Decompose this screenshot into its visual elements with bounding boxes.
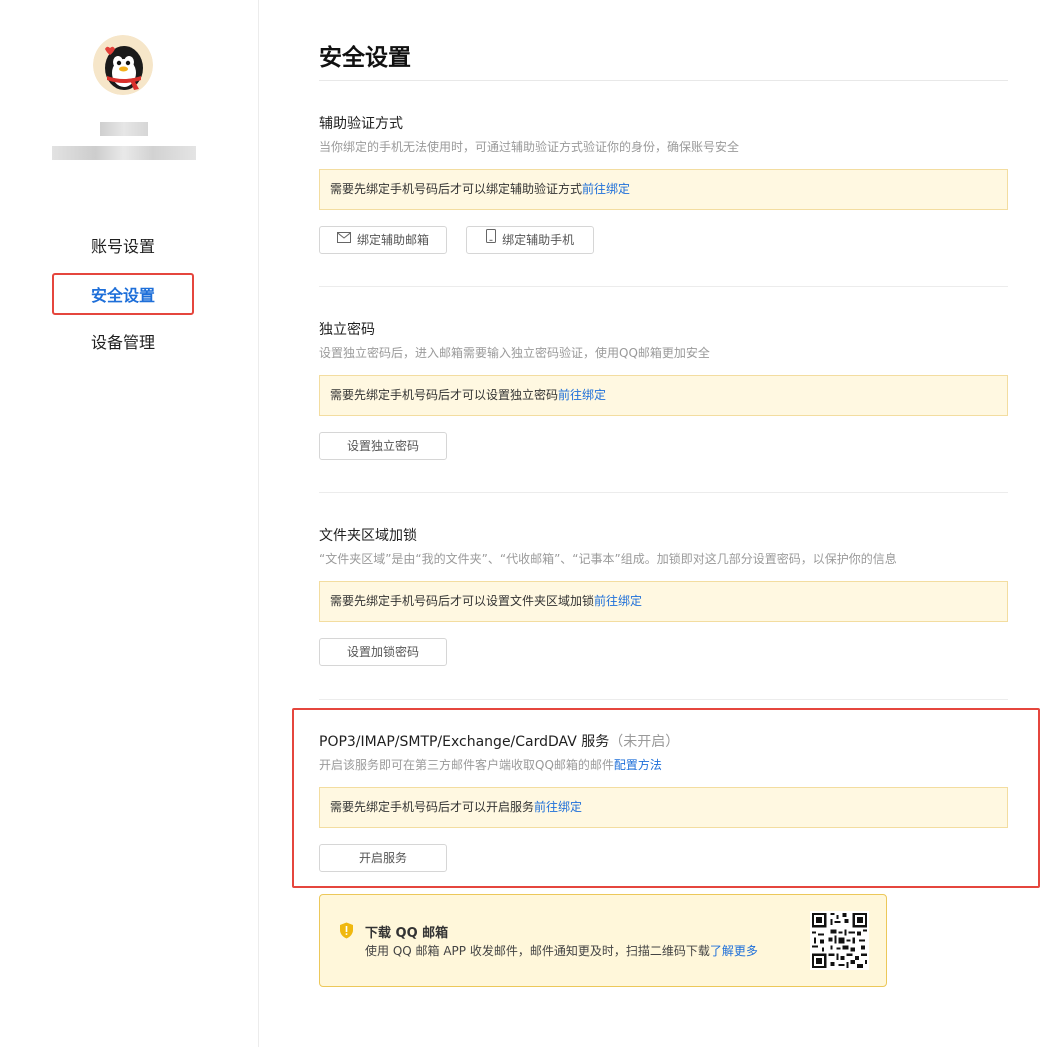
section-desc: 当你绑定的手机无法使用时，可通过辅助验证方式验证你的身份，确保账号安全 xyxy=(319,140,740,154)
notice-bar: 需要先绑定手机号码后才可以设置独立密码前往绑定 xyxy=(319,375,1008,416)
sidebar-item-security-settings[interactable]: 安全设置 xyxy=(52,273,194,315)
blurred-nickname xyxy=(100,122,148,136)
qr-code-icon xyxy=(810,911,869,970)
section-folder-lock: 文件夹区域加锁 “文件夹区域”是由“我的文件夹”、“代收邮箱”、“记事本”组成。… xyxy=(319,526,1008,666)
bind-phone-link[interactable]: 前往绑定 xyxy=(558,388,606,402)
highlight-box xyxy=(292,708,1040,888)
page-title: 安全设置 xyxy=(319,45,411,71)
section-desc: “文件夹区域”是由“我的文件夹”、“代收邮箱”、“记事本”组成。加锁即对这几部分… xyxy=(319,552,897,566)
notice-text: 需要先绑定手机号码后才可以设置文件夹区域加锁 xyxy=(330,594,595,608)
button-row: 设置加锁密码 xyxy=(319,638,1008,666)
section-title: 辅助验证方式 xyxy=(319,116,403,132)
section-title: 独立密码 xyxy=(319,322,375,338)
title-divider xyxy=(319,80,1008,81)
bind-phone-link[interactable]: 前往绑定 xyxy=(582,182,630,196)
section-desc: 设置独立密码后，进入邮箱需要输入独立密码验证，使用QQ邮箱更加安全 xyxy=(319,346,710,360)
set-lock-password-button[interactable]: 设置加锁密码 xyxy=(319,638,447,666)
section-title: 文件夹区域加锁 xyxy=(319,528,417,544)
button-row: 设置独立密码 xyxy=(319,432,1008,460)
download-desc-text: 使用 QQ 邮箱 APP 收发邮件，邮件通知更及时，扫描二维码下载 xyxy=(365,944,710,958)
download-desc: 使用 QQ 邮箱 APP 收发邮件，邮件通知更及时，扫描二维码下载了解更多 xyxy=(365,942,758,959)
shield-icon xyxy=(339,922,354,943)
button-label: 绑定辅助手机 xyxy=(502,233,575,247)
bind-aux-email-button[interactable]: 绑定辅助邮箱 xyxy=(319,226,447,254)
sidebar-item-account-settings[interactable]: 账号设置 xyxy=(52,226,194,268)
set-independent-password-button[interactable]: 设置独立密码 xyxy=(319,432,447,460)
section-divider xyxy=(319,699,1008,700)
phone-icon xyxy=(486,226,497,252)
bind-phone-link[interactable]: 前往绑定 xyxy=(594,594,642,608)
notice-bar: 需要先绑定手机号码后才可以绑定辅助验证方式前往绑定 xyxy=(319,169,1008,210)
section-divider xyxy=(319,286,1008,287)
notice-bar: 需要先绑定手机号码后才可以设置文件夹区域加锁前往绑定 xyxy=(319,581,1008,622)
button-row: 绑定辅助邮箱 绑定辅助手机 xyxy=(319,226,1008,254)
notice-text: 需要先绑定手机号码后才可以绑定辅助验证方式 xyxy=(330,182,583,196)
download-card: 下载 QQ 邮箱 使用 QQ 邮箱 APP 收发邮件，邮件通知更及时，扫描二维码… xyxy=(319,894,887,987)
notice-text: 需要先绑定手机号码后才可以设置独立密码 xyxy=(330,388,559,402)
section-divider xyxy=(319,492,1008,493)
bind-aux-phone-button[interactable]: 绑定辅助手机 xyxy=(466,226,595,254)
section-independent-password: 独立密码 设置独立密码后，进入邮箱需要输入独立密码验证，使用QQ邮箱更加安全 需… xyxy=(319,320,1008,460)
blurred-account xyxy=(52,146,196,160)
button-label: 绑定辅助邮箱 xyxy=(356,233,429,247)
sidebar-item-device-management[interactable]: 设备管理 xyxy=(52,322,194,364)
download-title: 下载 QQ 邮箱 xyxy=(365,926,449,941)
learn-more-link[interactable]: 了解更多 xyxy=(710,944,758,958)
section-aux-verify: 辅助验证方式 当你绑定的手机无法使用时，可通过辅助验证方式验证你的身份，确保账号… xyxy=(319,114,1008,254)
sidebar: 账号设置 安全设置 设备管理 xyxy=(0,0,259,1047)
mail-icon xyxy=(336,226,351,252)
penguin-avatar-icon[interactable] xyxy=(93,35,153,95)
